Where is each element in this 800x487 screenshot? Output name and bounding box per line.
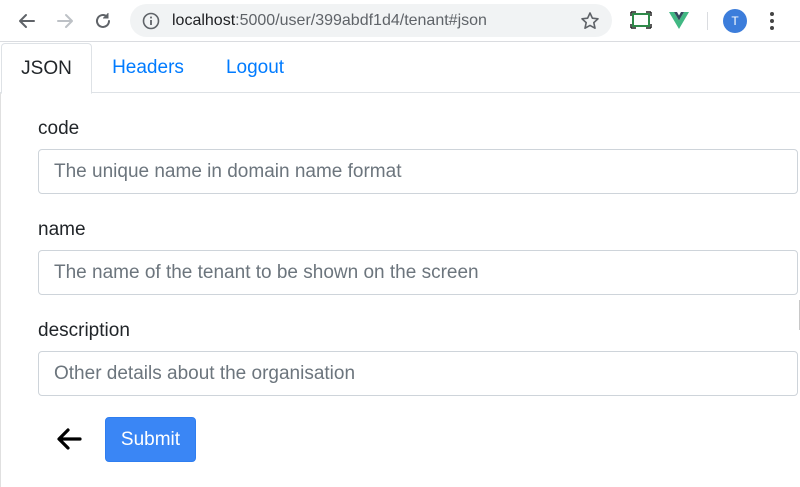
submit-button[interactable]: Submit [105,417,196,462]
description-label: description [38,320,130,341]
code-input[interactable] [38,149,798,194]
name-label: name [38,219,86,240]
url-text: localhost:5000/user/399abdf1d4/tenant#js… [172,12,487,30]
star-icon[interactable] [580,11,600,36]
nav-tabs: JSON Headers Logout [0,43,800,94]
forward-arrow-icon[interactable] [53,9,77,33]
tab-headers[interactable]: Headers [96,43,200,93]
vue-devtools-icon[interactable] [668,9,690,36]
arrow-left-icon[interactable] [55,425,83,453]
code-label: code [38,118,80,139]
page-left-border [0,93,1,487]
name-input[interactable] [38,250,798,295]
profile-avatar[interactable]: T [723,9,747,33]
info-icon[interactable] [142,12,160,35]
screencast-icon[interactable] [630,9,652,36]
toolbar-divider [707,12,708,30]
url-path: :5000/user/399abdf1d4/tenant#json [235,12,487,29]
browser-toolbar: localhost:5000/user/399abdf1d4/tenant#js… [0,0,800,42]
url-host: localhost [172,12,236,29]
description-input[interactable] [38,351,798,396]
back-arrow-icon[interactable] [15,9,39,33]
reload-icon[interactable] [91,9,115,33]
address-bar[interactable]: localhost:5000/user/399abdf1d4/tenant#js… [130,4,612,37]
tab-logout[interactable]: Logout [206,43,304,93]
kebab-menu-icon[interactable] [764,9,780,33]
tab-json[interactable]: JSON [1,43,92,94]
